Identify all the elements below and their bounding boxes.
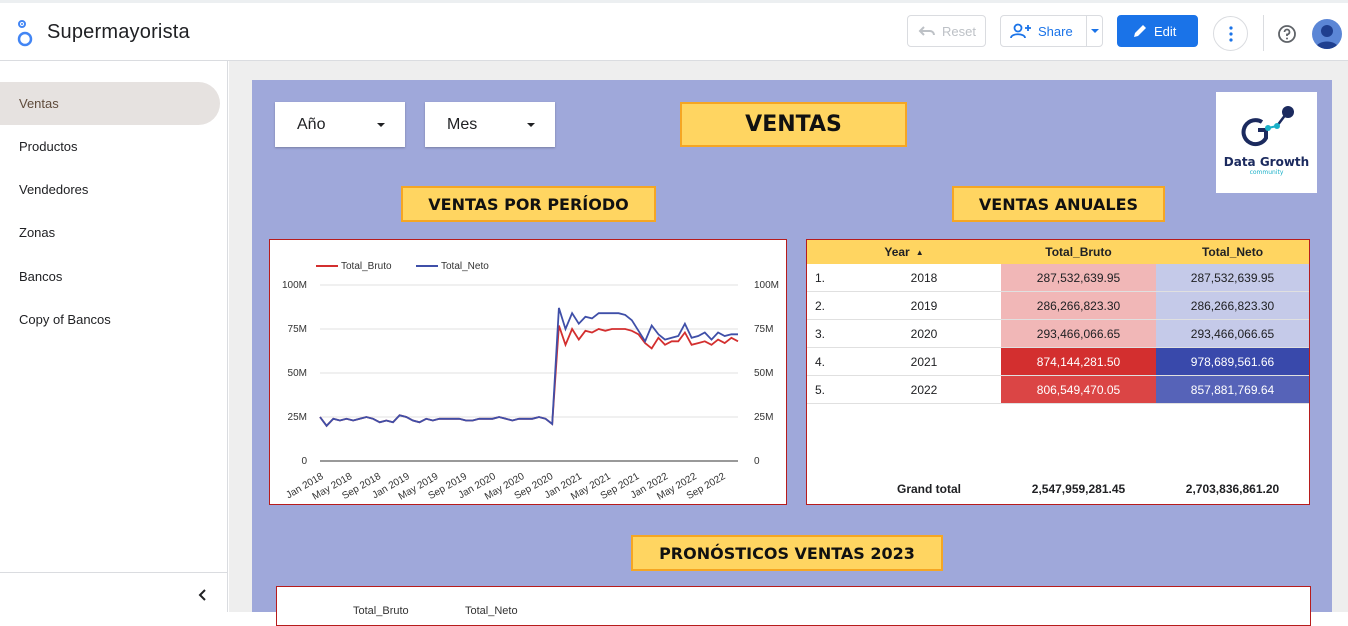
grand-total-label: Grand total [896,482,961,496]
column-header-label: Total_Bruto [1045,245,1112,259]
more-vert-icon [1228,25,1233,42]
column-header-total-bruto[interactable]: Total_Bruto [1001,240,1156,264]
data-growth-logo: Data Growth community [1216,92,1317,193]
table-cell-neto: 286,266,823.30 [1156,292,1309,320]
row-number: 2. [807,292,847,320]
sidebar-item-vendedores[interactable]: Vendedores [0,168,220,211]
table-cell-year: 2019 [847,292,1001,320]
reset-label: Reset [942,23,976,39]
help-icon[interactable] [1277,24,1297,44]
sidebar-item-label: Ventas [19,96,59,111]
sales-line-chart-svg: Total_Bruto Total_Neto 100M 100M 75M 75M 50M 50… [282,261,779,503]
dropdown-arrow-icon [527,123,535,127]
toolbar-divider [1263,15,1264,51]
dropdown-arrow-icon [377,123,385,127]
month-filter-label: Mes [447,115,478,133]
y-tick-label-left: 25M [288,412,307,423]
table-cell-bruto: 287,532,639.95 [1001,264,1156,292]
edit-button[interactable]: Edit [1117,15,1198,47]
sidebar-item-label: Vendedores [19,182,89,197]
y-tick-label-left: 75M [288,324,307,335]
sidebar-item-copy-of-bancos[interactable]: Copy of Bancos [0,298,220,341]
series-line-total_bruto [319,325,739,428]
column-header-label: Year [884,245,910,259]
share-dropdown-icon[interactable] [1091,29,1099,33]
y-tick-label-right: 75M [754,324,773,335]
page-navigation-sidebar: Ventas Productos Vendedores Zonas Bancos… [0,61,228,612]
top-bar: Supermayorista Reset Share Edit [0,0,1348,61]
row-number: 3. [807,320,847,348]
row-number: 5. [807,376,847,404]
sort-ascending-icon: ▲ [915,247,924,257]
row-number: 1. [807,264,847,292]
table-cell-year: 2021 [847,348,1001,376]
app-title: Supermayorista [47,21,190,43]
add-person-icon [1010,23,1031,39]
sidebar-item-productos[interactable]: Productos [0,125,220,168]
y-tick-label-right: 100M [754,280,779,291]
y-tick-label-left: 100M [282,280,307,291]
edit-label: Edit [1154,23,1177,39]
sidebar-item-bancos[interactable]: Bancos [0,255,220,298]
table-cell-year: 2018 [847,264,1001,292]
sidebar-item-ventas[interactable]: Ventas [0,82,220,125]
table-cell-neto: 293,466,066.65 [1156,320,1309,348]
forecast-title: PRONÓSTICOS VENTAS 2023 [631,535,943,571]
reset-button[interactable]: Reset [907,15,986,47]
annual-table-title: VENTAS ANUALES [952,186,1165,222]
pencil-icon [1134,25,1146,37]
year-filter-label: Año [297,115,326,133]
table-cell-year: 2022 [847,376,1001,404]
table-cell-bruto: 286,266,823.30 [1001,292,1156,320]
y-tick-label-right: 50M [754,368,773,379]
undo-icon [918,26,935,36]
table-cell-year: 2020 [847,320,1001,348]
sidebar-divider [0,572,228,573]
table-cell-bruto: 293,466,066.65 [1001,320,1156,348]
sidebar-item-zonas[interactable]: Zonas [0,211,220,254]
month-filter-dropdown[interactable]: Mes [425,102,555,147]
report-title: VENTAS [680,102,907,147]
sales-by-period-chart[interactable]: Total_Bruto Total_Neto 100M 100M 75M 75M 50M 50… [269,239,787,505]
legend-label: Total_Neto [441,261,489,272]
forecast-legend-bruto: Total_Bruto [353,605,409,617]
sidebar-item-label: Zonas [19,225,56,240]
sidebar-item-label: Bancos [19,269,63,284]
sidebar-item-label: Productos [19,139,78,154]
logo-text: Data Growth [1223,155,1310,169]
row-number: 4. [807,348,847,376]
grand-total-bruto: 2,547,959,281.45 [1031,482,1126,496]
logo-subtext: community [1249,169,1284,176]
sidebar-item-label: Copy of Bancos [19,312,111,327]
share-divider [1086,16,1087,46]
column-header-label: Total_Neto [1201,245,1264,259]
data-studio-logo-icon [17,20,33,47]
table-cell-neto: 287,532,639.95 [1156,264,1309,292]
table-cell-neto: 857,881,769.64 [1156,376,1309,404]
chevron-left-icon[interactable] [196,588,208,602]
person-icon [1315,25,1339,49]
table-cell-bruto: 806,549,470.05 [1001,376,1156,404]
column-header-total-neto[interactable]: Total_Neto [1156,240,1309,264]
y-tick-label-left: 50M [288,368,307,379]
annual-sales-table[interactable]: Year ▲ Total_Bruto Total_Neto 1. 2018 287,… [806,239,1310,505]
share-button[interactable]: Share [1000,15,1103,47]
grand-total-neto: 2,703,836,861.20 [1185,482,1280,496]
series-line-total_neto [319,307,738,428]
table-cell-neto: 978,689,561.66 [1156,348,1309,376]
more-options-button[interactable] [1213,16,1248,51]
data-growth-logo-icon [1241,106,1294,147]
y-tick-label-right: 0 [754,456,760,467]
forecast-legend-neto: Total_Neto [465,605,518,617]
table-cell-bruto: 874,144,281.50 [1001,348,1156,376]
year-filter-dropdown[interactable]: Año [275,102,405,147]
forecast-chart[interactable]: Total_Bruto Total_Neto [276,586,1311,626]
user-avatar[interactable] [1312,19,1342,49]
y-tick-label-left: 0 [301,456,307,467]
column-header-year[interactable]: Year ▲ [807,240,1001,264]
share-label: Share [1038,23,1073,39]
period-chart-title: VENTAS POR PERÍODO [401,186,656,222]
y-tick-label-right: 25M [754,412,773,423]
legend-label: Total_Bruto [341,261,392,272]
